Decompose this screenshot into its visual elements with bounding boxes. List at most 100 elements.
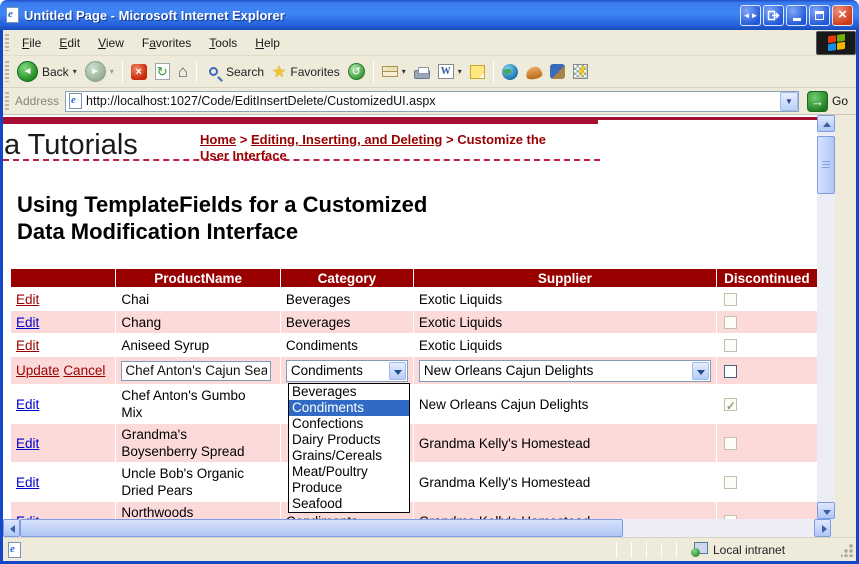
address-grip[interactable] [5,92,9,110]
edit-dropdown-icon[interactable]: ▾ [458,67,462,76]
menu-favorites[interactable]: Favorites [133,33,200,53]
mail-dropdown-icon[interactable]: ▾ [402,67,406,76]
edit-link[interactable]: Edit [16,338,39,353]
edit-link[interactable]: Edit [16,315,39,330]
menu-edit[interactable]: Edit [50,33,89,53]
dropdown-option[interactable]: Grains/Cereals [289,448,409,464]
horizontal-scrollbar[interactable] [3,519,831,537]
refresh-icon: ↻ [155,63,170,80]
history-icon: ↺ [348,63,365,80]
scroll-right-button[interactable] [814,519,831,537]
scroll-left-button[interactable] [3,519,20,537]
edit-link[interactable]: Edit [16,397,39,412]
product-cell: Chang [116,311,279,333]
discuss-button[interactable] [466,63,489,81]
breadcrumb-link[interactable]: Home [200,132,236,147]
action-cell: Update Cancel [11,357,115,384]
stop-icon: × [131,64,147,80]
back-dropdown-icon[interactable]: ▾ [73,67,77,76]
chevron-down-icon[interactable] [389,362,406,380]
dropdown-option[interactable]: Dairy Products [289,432,409,448]
close-button[interactable]: × [832,5,853,26]
globe-search-icon [502,64,518,80]
discontinued-checkbox [724,339,737,352]
standard-buttons-toolbar: ◄ Back ▾ ► ▾ × ↻ ⌂ Search ★ Favorites ↺ … [3,56,856,88]
address-label: Address [15,94,59,108]
scroll-down-button[interactable] [817,502,835,519]
dropdown-option[interactable]: Beverages [289,384,409,400]
menu-view[interactable]: View [89,33,133,53]
disconnect-button[interactable] [763,5,784,26]
supplier-select[interactable]: New Orleans Cajun Delights [419,360,711,382]
chevron-down-icon[interactable] [692,362,709,380]
supplier-cell: Grandma Kelly's Homestead [414,424,716,462]
resize-grip[interactable] [841,544,854,557]
forward-button[interactable]: ► ▾ [81,59,118,84]
menu-file[interactable]: File [13,33,50,53]
supplier-cell: New Orleans Cajun Delights [414,357,716,384]
restore-pop-button[interactable]: ◄► [740,5,761,26]
toolbar-grip[interactable] [5,61,9,83]
messenger-button[interactable] [569,62,592,81]
column-header: ProductName [116,269,279,287]
window-border-left [0,30,3,564]
research-button[interactable] [546,62,569,81]
word-icon: W [438,64,454,79]
menu-tools[interactable]: Tools [200,33,246,53]
column-header: Supplier [414,269,716,287]
web-search-extension-button[interactable] [498,62,522,82]
refresh-button[interactable]: ↻ [151,61,174,82]
home-icon: ⌂ [178,62,188,82]
mail-button[interactable]: ▾ [378,64,410,79]
product-name-input[interactable] [121,361,271,381]
category-select[interactable]: Condiments [286,360,408,382]
dropdown-option[interactable]: Condiments [289,400,409,416]
title-bar[interactable]: Untitled Page - Microsoft Internet Explo… [0,0,859,30]
vertical-scrollbar[interactable] [817,115,835,519]
menu-help[interactable]: Help [246,33,289,53]
edit-link[interactable]: Edit [16,436,39,451]
breadcrumb-link[interactable]: Editing, Inserting, and Deleting [251,132,442,147]
search-button[interactable]: Search [201,61,268,82]
column-header: Category [281,269,413,287]
minimize-button[interactable] [786,5,807,26]
extension-button-2[interactable] [522,62,546,81]
address-input[interactable] [86,93,780,110]
vertical-scroll-thumb[interactable] [817,136,835,194]
menu-grip[interactable] [5,34,9,52]
minimize-icon [793,18,801,21]
go-button[interactable]: → [807,91,828,112]
shoe-icon [525,65,543,80]
scroll-up-button[interactable] [817,115,835,132]
history-button[interactable]: ↺ [344,61,369,82]
messenger-lightning-icon [573,64,588,79]
home-button[interactable]: ⌂ [174,60,192,84]
back-button[interactable]: ◄ Back ▾ [13,59,81,84]
windows-throbber [816,31,856,55]
back-icon: ◄ [17,61,38,82]
column-header [11,269,115,287]
edit-link[interactable]: Edit [16,475,39,490]
edit-link[interactable]: Edit [16,292,39,307]
stop-button[interactable]: × [127,62,151,82]
dropdown-option[interactable]: Confections [289,416,409,432]
dropdown-option[interactable]: Produce [289,480,409,496]
maximize-button[interactable] [809,5,830,26]
horizontal-scroll-thumb[interactable] [20,519,623,537]
action-cell: Edit [11,288,115,310]
update-link[interactable]: Update [16,363,60,378]
category-cell: Condiments [281,357,413,384]
toolbar-separator [493,61,494,83]
favorites-button[interactable]: ★ Favorites [268,60,344,84]
right-filler-strip [835,115,856,519]
print-button[interactable] [410,63,434,81]
close-icon: × [838,6,847,23]
dropdown-option[interactable]: Seafood [289,496,409,512]
address-dropdown-button[interactable]: ▼ [780,92,798,111]
dropdown-option[interactable]: Meat/Poultry [289,464,409,480]
discontinued-checkbox[interactable] [724,365,737,378]
edit-with-word-button[interactable]: W ▾ [434,62,466,81]
grid-row: EditGrandma's Boysenberry SpreadGrandma … [11,424,817,462]
discontinued-cell [717,311,817,333]
cancel-link[interactable]: Cancel [63,363,105,378]
